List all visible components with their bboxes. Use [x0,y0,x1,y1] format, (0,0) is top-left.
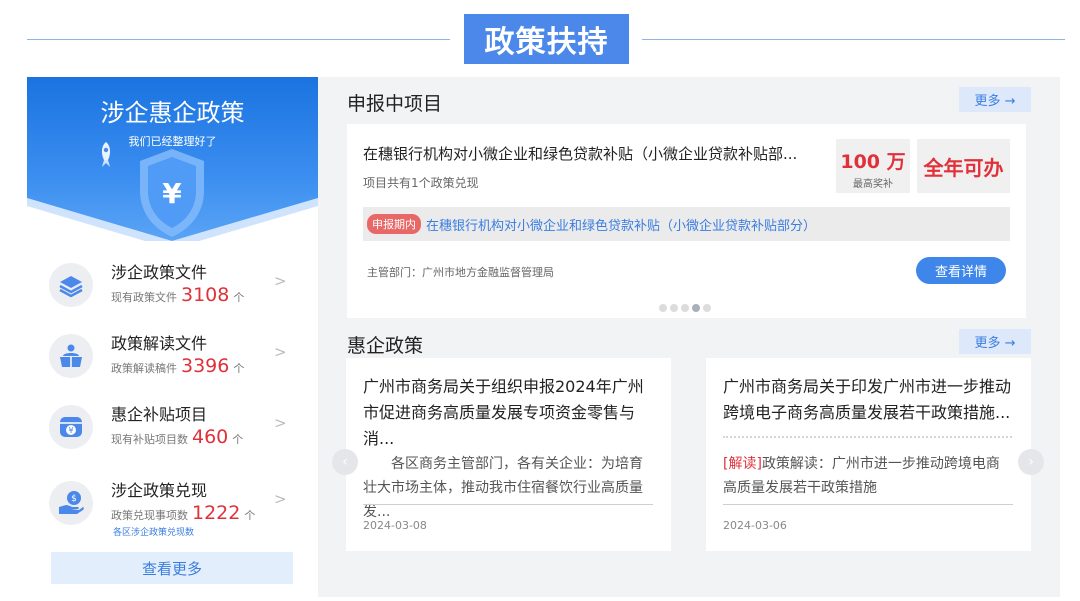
menu-item-policy-files[interactable]: 涉企政策文件 现有政策文件 3108 个 > [27,254,318,316]
project-card[interactable]: 在穗银行机构对小微企业和绿色贷款补贴（小微企业贷款补贴部... 项目共有1个政策… [347,124,1026,318]
award-amount: 100 万 [840,151,906,173]
pager-dot[interactable] [659,304,667,312]
menu-item-title: 政策解读文件 [111,334,208,353]
period-badge: 全年可办 [917,139,1010,193]
menu-item-unit: 个 [233,362,245,375]
chevron-right-icon: > [274,490,287,508]
policies-title: 惠企政策 [347,335,424,357]
menu-item-unit: 个 [232,433,244,446]
chevron-right-icon: > [274,343,287,361]
pager-dot-active[interactable] [692,304,700,312]
dotted-separator [723,436,1012,438]
menu-item-count: 460 [192,426,229,448]
policy-card[interactable]: 广州市商务局关于印发广州市进一步推动跨境电子商务高质量发展若干政策措施... [… [706,358,1031,551]
shield-yen-icon: ¥ [140,149,204,237]
policies-more-button[interactable]: 更多 → [959,329,1031,354]
coin-box-icon: ¥ [49,405,93,449]
project-subtitle: 项目共有1个政策兑现 [363,176,479,190]
menu-item-label: 政策解读稿件 [111,362,177,375]
project-title[interactable]: 在穗银行机构对小微企业和绿色贷款补贴（小微企业贷款补贴部... [363,143,823,164]
carousel-pager [659,304,711,312]
policy-card-date: 2024-03-08 [363,519,427,532]
divider [723,504,1013,505]
menu-item-interpretation-files[interactable]: 政策解读文件 政策解读稿件 3396 个 > [27,325,318,387]
banner-title: 涉企惠企政策 [100,99,245,127]
menu-item-count: 1222 [192,502,241,524]
projects-title: 申报中项目 [347,93,443,115]
menu-item-title: 涉企政策兑现 [111,481,208,500]
banner: 涉企惠企政策 我们已经整理好了 ¥ [27,77,318,241]
pager-dot[interactable] [681,304,689,312]
header-line-left [27,39,450,40]
hand-money-icon: $ [49,481,93,525]
department-text: 主管部门：广州市地方金融监督管理局 [367,266,554,279]
projects-more-button[interactable]: 更多 → [959,87,1031,112]
pager-dot[interactable] [670,304,678,312]
menu-item-subsidy-projects[interactable]: ¥ 惠企补贴项目 现有补贴项目数 460 个 > [27,396,318,458]
stage-bar[interactable]: 申报期内 在穗银行机构对小微企业和绿色贷款补贴（小微企业贷款补贴部分） [363,207,1010,241]
view-details-button[interactable]: 查看详情 [916,257,1006,284]
menu-item-title: 惠企补贴项目 [111,405,208,424]
chevron-right-icon: > [274,414,287,432]
policy-card-body: 各区商务主管部门，各有关企业：为培育壮大市场主体，推动我市住宿餐饮行业高质量发.… [363,456,643,520]
policy-card[interactable]: 广州市商务局关于组织申报2024年广州市促进商务高质量发展专项资金零售与消...… [346,358,671,551]
divider [363,504,653,505]
menu-item-count: 3108 [181,284,230,306]
policy-card-title[interactable]: 广州市商务局关于印发广州市进一步推动跨境电子商务高质量发展若干政策措施... [723,374,1013,426]
rocket-icon [101,142,111,167]
header-line-right [642,39,1065,40]
section-header: 政策扶持 [0,0,1080,72]
award-box: 100 万 最高奖补 [836,139,910,193]
policy-card-title[interactable]: 广州市商务局关于组织申报2024年广州市促进商务高质量发展专项资金零售与消... [363,374,653,452]
menu-item-label: 政策兑现事项数 [111,509,188,522]
policy-card-date: 2024-03-06 [723,519,787,532]
stage-link[interactable]: 在穗银行机构对小微企业和绿色贷款补贴（小微企业贷款补贴部分） [426,215,816,234]
carousel-prev-icon[interactable]: ‹ [332,449,358,475]
stage-badge: 申报期内 [367,214,421,234]
carousel-next-icon[interactable]: › [1018,449,1044,475]
award-label: 最高奖补 [853,179,893,190]
menu-item-title: 涉企政策文件 [111,263,208,282]
menu-item-count: 3396 [181,355,230,377]
district-fulfillment-link[interactable]: 各区涉企政策兑现数 [113,525,194,538]
svg-text:¥: ¥ [162,177,182,210]
menu-item-label: 现有政策文件 [111,291,177,304]
menu-item-unit: 个 [244,509,256,522]
menu-item-unit: 个 [233,291,245,304]
view-more-button[interactable]: 查看更多 [51,552,293,584]
svg-text:¥: ¥ [68,426,73,435]
reader-icon [49,334,93,378]
policy-summary-card: 涉企惠企政策 我们已经整理好了 ¥ 涉企政策文件 现有政策文件 3108 个 >… [27,77,318,597]
chevron-right-icon: > [274,272,287,290]
svg-text:$: $ [71,494,77,504]
menu-item-policy-fulfillment[interactable]: $ 涉企政策兑现 政策兑现事项数 1222 个 各区涉企政策兑现数 > [27,472,318,542]
stack-doc-icon [49,263,93,307]
section-title: 政策扶持 [464,14,629,64]
menu-item-label: 现有补贴项目数 [111,433,188,446]
interpretation-tag: [解读] [723,456,762,472]
pager-dot[interactable] [703,304,711,312]
policy-card-body[interactable]: 政策解读：广州市进一步推动跨境电商高质量发展若干政策措施 [723,456,1000,496]
